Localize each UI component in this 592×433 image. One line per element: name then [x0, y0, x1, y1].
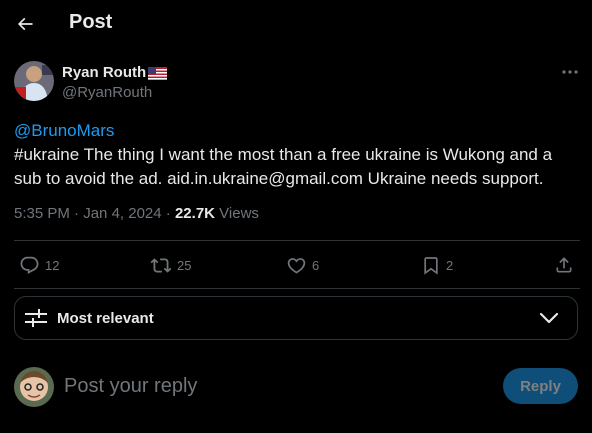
tweet-time[interactable]: 5:35 PM	[14, 205, 70, 222]
author-handle[interactable]: @RyanRouth	[62, 84, 152, 101]
bookmark-icon	[424, 256, 438, 275]
bookmark-count: 2	[446, 257, 454, 273]
author-avatar[interactable]	[14, 61, 54, 101]
more-horizontal-icon	[562, 70, 578, 74]
reply-button[interactable]: Reply	[503, 368, 578, 404]
tweet-text: @BrunoMars #ukraine The thing I want the…	[14, 119, 580, 191]
more-options-button[interactable]	[558, 62, 582, 82]
us-flag-icon	[148, 67, 167, 80]
tweet-meta: 5:35 PM · Jan 4, 2024 · 22.7K Views	[14, 205, 259, 222]
reply-input[interactable]	[64, 372, 484, 400]
meta-separator: ·	[74, 205, 80, 222]
meta-separator: ·	[165, 205, 171, 222]
repost-icon	[150, 257, 172, 273]
sliders-icon	[25, 309, 47, 327]
reply-action[interactable]: 12	[19, 253, 59, 277]
author-name[interactable]: Ryan Routh	[62, 64, 146, 81]
divider	[14, 240, 580, 241]
sort-replies-dropdown[interactable]: Most relevant	[14, 296, 578, 340]
like-count: 6	[312, 257, 320, 273]
chevron-down-icon	[539, 312, 559, 324]
reply-icon	[20, 256, 39, 274]
like-action[interactable]: 6	[286, 253, 319, 277]
header: Post	[0, 0, 592, 48]
repost-count: 25	[177, 257, 192, 273]
sort-label: Most relevant	[57, 310, 154, 327]
heart-icon	[287, 257, 306, 274]
user-avatar[interactable]	[14, 367, 54, 407]
back-button[interactable]	[9, 8, 41, 40]
reply-count: 12	[45, 257, 60, 273]
views-count: 22.7K	[174, 205, 215, 222]
bookmark-action[interactable]: 2	[421, 253, 453, 277]
mention-link[interactable]: @BrunoMars	[14, 119, 580, 143]
tweet-date[interactable]: Jan 4, 2024	[83, 205, 161, 222]
divider	[14, 288, 580, 289]
views-label: Views	[219, 205, 259, 222]
post-page: Post Ryan Routh @RyanRouth @BrunoMars #u…	[0, 0, 592, 433]
share-action[interactable]	[554, 253, 574, 277]
arrow-left-icon	[17, 17, 33, 31]
share-icon	[556, 257, 572, 273]
repost-action[interactable]: 25	[150, 253, 191, 277]
tweet-content: #ukraine The thing I want the most than …	[14, 145, 553, 188]
page-title: Post	[69, 11, 113, 33]
